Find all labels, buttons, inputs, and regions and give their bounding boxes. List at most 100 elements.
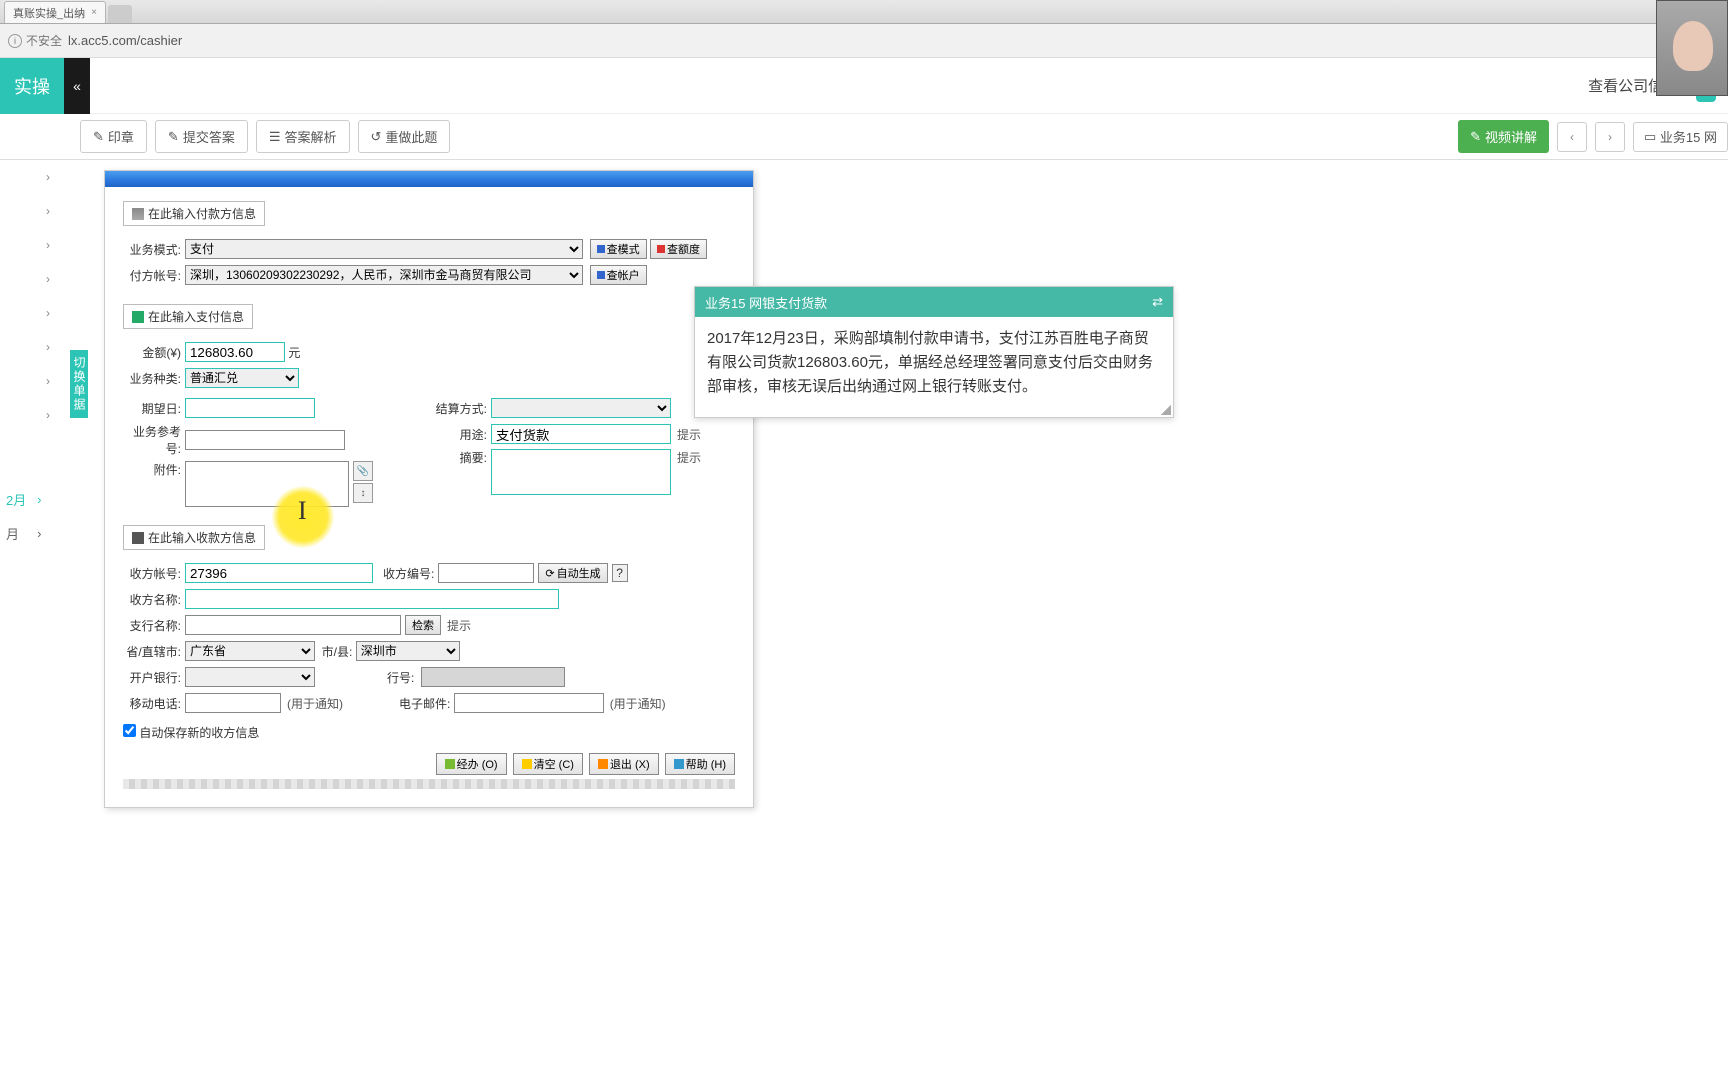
province-select[interactable]: 广东省	[185, 641, 315, 661]
branch-input[interactable]	[185, 615, 401, 635]
payer-acct-label: 付方帐号:	[123, 267, 181, 284]
view-quota-button[interactable]: 查额度	[650, 239, 707, 259]
sidebar-item[interactable]: ›	[0, 398, 64, 432]
security-status[interactable]: i 不安全	[8, 32, 62, 49]
submit-answer-button[interactable]: ✎提交答案	[155, 120, 248, 153]
summary-textarea[interactable]	[491, 449, 671, 495]
biz-mode-select[interactable]: 支付	[185, 239, 583, 259]
header-left: 实操 «	[0, 58, 90, 114]
browser-tab[interactable]: 真账实操_出纳 ×	[4, 1, 106, 23]
recv-acct-input[interactable]	[185, 563, 373, 583]
help-button[interactable]: 帮助 (H)	[665, 753, 735, 775]
sidebar-item[interactable]: ›	[0, 364, 64, 398]
biz-mode-label: 业务模式:	[123, 241, 181, 258]
purpose-input[interactable]	[491, 424, 671, 444]
email-label: 电子邮件:	[399, 695, 450, 712]
toolbar: ✎印章 ✎提交答案 ☰答案解析 ↺重做此题 ✎视频讲解 ‹ › ▭ 业务15 网	[0, 114, 1728, 160]
arrow-icon	[132, 532, 144, 544]
settle-select[interactable]	[491, 398, 671, 418]
view-mode-button[interactable]: 查模式	[590, 239, 647, 259]
notify-hint: (用于通知)	[610, 695, 666, 712]
new-tab-button[interactable]	[108, 5, 132, 23]
switch-document-tab[interactable]: 切换单据	[70, 350, 88, 418]
notify-hint: (用于通知)	[287, 695, 343, 712]
edit-icon: ✎	[168, 129, 179, 145]
swap-icon[interactable]: ⇄	[1152, 294, 1163, 310]
close-tab-icon[interactable]: ×	[91, 7, 97, 18]
auto-save-checkbox[interactable]	[123, 724, 136, 737]
recv-no-input[interactable]	[438, 563, 534, 583]
doc-icon: ☰	[269, 129, 281, 145]
edit-icon: ✎	[93, 129, 104, 145]
biz-type-select[interactable]: 普通汇兑	[185, 368, 299, 388]
recv-name-input[interactable]	[185, 589, 559, 609]
hint-text: 提示	[677, 426, 701, 443]
search-branch-button[interactable]: 检索	[405, 615, 441, 635]
hint-text: 提示	[677, 449, 701, 466]
purpose-label: 用途:	[429, 426, 487, 443]
biz-ref-label: 业务参考号:	[123, 423, 181, 457]
biz-ref-input[interactable]	[185, 430, 345, 450]
bank-label: 开户银行:	[123, 669, 181, 686]
panel-titlebar	[105, 171, 753, 187]
task-breadcrumb[interactable]: ▭ 业务15 网	[1633, 122, 1728, 152]
resize-grip[interactable]	[1161, 405, 1171, 415]
bank-select[interactable]	[185, 667, 315, 687]
redo-button[interactable]: ↺重做此题	[358, 120, 451, 153]
next-button[interactable]: ›	[1595, 122, 1625, 152]
answer-analysis-button[interactable]: ☰答案解析	[256, 120, 350, 153]
app-header: 实操 « 查看公司信息	[0, 58, 1728, 114]
panel-footer-decor	[123, 779, 735, 789]
sidebar-item[interactable]: ›	[0, 228, 64, 262]
expect-date-input[interactable]	[185, 398, 315, 418]
clear-button[interactable]: 清空 (C)	[513, 753, 583, 775]
undo-icon: ↺	[371, 129, 382, 145]
attach-add-button[interactable]: 📎	[353, 461, 373, 481]
grid-icon	[597, 245, 605, 253]
mobile-input[interactable]	[185, 693, 281, 713]
sidebar-item[interactable]: ›	[0, 330, 64, 364]
amount-unit: 元	[288, 344, 300, 361]
view-acct-button[interactable]: 查帐户	[590, 265, 647, 285]
sidebar-item[interactable]: ›	[0, 194, 64, 228]
app-logo-badge[interactable]: 实操	[0, 58, 64, 114]
folder-icon: ▭	[1644, 129, 1656, 145]
attach-textarea[interactable]	[185, 461, 349, 507]
attach-label: 附件:	[123, 461, 181, 478]
task-description-card: 业务15 网银支付货款 ⇄ 2017年12月23日，采购部填制付款申请书，支付江…	[694, 286, 1174, 418]
pencil-icon: ✎	[1470, 129, 1481, 145]
collapse-sidebar-button[interactable]: «	[64, 58, 90, 114]
email-input[interactable]	[454, 693, 604, 713]
amount-input[interactable]	[185, 342, 285, 362]
stamp-button[interactable]: ✎印章	[80, 120, 147, 153]
payer-acct-select[interactable]: 深圳，13060209302230292，人民币，深圳市金马商贸有限公司	[185, 265, 583, 285]
city-label: 市/县:	[322, 643, 353, 660]
auto-save-row: 自动保存新的收方信息	[123, 724, 735, 741]
video-explain-button[interactable]: ✎视频讲解	[1458, 120, 1549, 153]
city-select[interactable]: 深圳市	[356, 641, 460, 661]
task-card-header[interactable]: 业务15 网银支付货款 ⇄	[695, 287, 1173, 317]
summary-label: 摘要:	[429, 449, 487, 466]
sidebar-item[interactable]: ›	[0, 262, 64, 296]
exit-button[interactable]: 退出 (X)	[589, 753, 659, 775]
sidebar-month-12[interactable]: 2月 ›	[0, 482, 58, 516]
help-icon[interactable]: ?	[612, 564, 628, 582]
url-text[interactable]: lx.acc5.com/cashier	[68, 33, 182, 48]
exit-icon	[598, 759, 608, 769]
prev-button[interactable]: ‹	[1557, 122, 1587, 152]
auto-save-checkbox-label[interactable]: 自动保存新的收方信息	[123, 726, 259, 740]
section-receiver-legend: 在此输入收款方信息	[123, 525, 265, 550]
sidebar-item[interactable]: ›	[0, 160, 64, 194]
sidebar-item[interactable]: ›	[0, 296, 64, 330]
auto-gen-button[interactable]: ⟳自动生成	[538, 563, 607, 583]
address-bar: i 不安全 lx.acc5.com/cashier	[0, 24, 1728, 58]
attach-remove-button[interactable]: ↕	[353, 483, 373, 503]
bank-code-input	[421, 667, 565, 687]
process-button[interactable]: 经办 (O)	[436, 753, 507, 775]
sidebar-month-other[interactable]: 月 ›	[0, 516, 58, 550]
recv-no-label: 收方编号:	[383, 565, 434, 582]
task-body-text: 2017年12月23日，采购部填制付款申请书，支付江苏百胜电子商贸有限公司货款1…	[695, 317, 1173, 417]
help-icon	[674, 759, 684, 769]
form-footer-buttons: 经办 (O) 清空 (C) 退出 (X) 帮助 (H)	[123, 753, 735, 775]
hint-text: 提示	[447, 617, 471, 634]
